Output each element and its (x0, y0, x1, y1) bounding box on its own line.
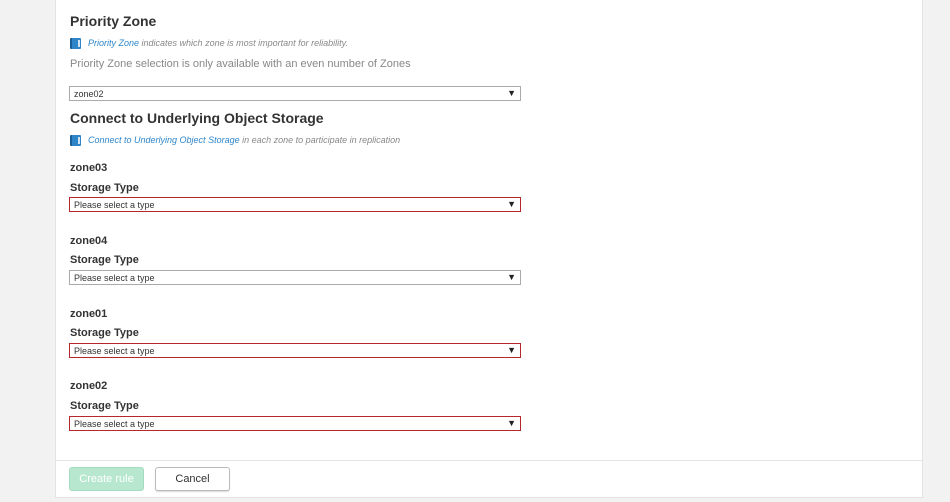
storage-type-select-value: Please select a type (74, 418, 155, 429)
zone-name-zone01: zone01 (70, 308, 108, 320)
underlying-storage-info-text: in each zone to participate in replicati… (239, 135, 401, 145)
storage-type-select-zone02[interactable]: Please select a type ▼ (69, 416, 521, 431)
create-rule-button[interactable]: Create rule (69, 467, 144, 491)
zone-name-zone04: zone04 (70, 235, 108, 247)
underlying-storage-info: Connect to Underlying Object Storage in … (70, 134, 400, 146)
book-icon (70, 134, 81, 146)
cancel-button[interactable]: Cancel (155, 467, 230, 491)
zone-name-zone03: zone03 (70, 162, 108, 174)
zone-name-zone02: zone02 (70, 380, 108, 392)
priority-zone-select-value: zone02 (74, 88, 104, 99)
underlying-storage-title: Connect to Underlying Object Storage (70, 110, 324, 126)
storage-type-select-value: Please select a type (74, 272, 155, 283)
triangle-down-icon: ▼ (507, 199, 516, 209)
storage-type-select-value: Please select a type (74, 345, 155, 356)
storage-type-select-zone01[interactable]: Please select a type ▼ (69, 343, 521, 358)
triangle-down-icon: ▼ (507, 88, 516, 98)
storage-type-label: Storage Type (70, 400, 139, 412)
storage-type-label: Storage Type (70, 182, 139, 194)
storage-type-select-zone04[interactable]: Please select a type ▼ (69, 270, 521, 285)
priority-zone-info: Priority Zone indicates which zone is mo… (70, 37, 348, 49)
storage-type-select-value: Please select a type (74, 199, 155, 210)
triangle-down-icon: ▼ (507, 418, 516, 428)
storage-type-label: Storage Type (70, 327, 139, 339)
underlying-storage-help-link[interactable]: Connect to Underlying Object Storage (88, 135, 240, 145)
priority-zone-title: Priority Zone (70, 13, 157, 29)
storage-type-label: Storage Type (70, 254, 139, 266)
priority-zone-help-link[interactable]: Priority Zone (88, 38, 139, 48)
priority-zone-info-text: indicates which zone is most important f… (139, 38, 348, 48)
triangle-down-icon: ▼ (507, 345, 516, 355)
book-icon (70, 37, 81, 49)
priority-zone-note: Priority Zone selection is only availabl… (70, 58, 411, 70)
triangle-down-icon: ▼ (507, 272, 516, 282)
storage-type-select-zone03[interactable]: Please select a type ▼ (69, 197, 521, 212)
priority-zone-select[interactable]: zone02 ▼ (69, 86, 521, 101)
